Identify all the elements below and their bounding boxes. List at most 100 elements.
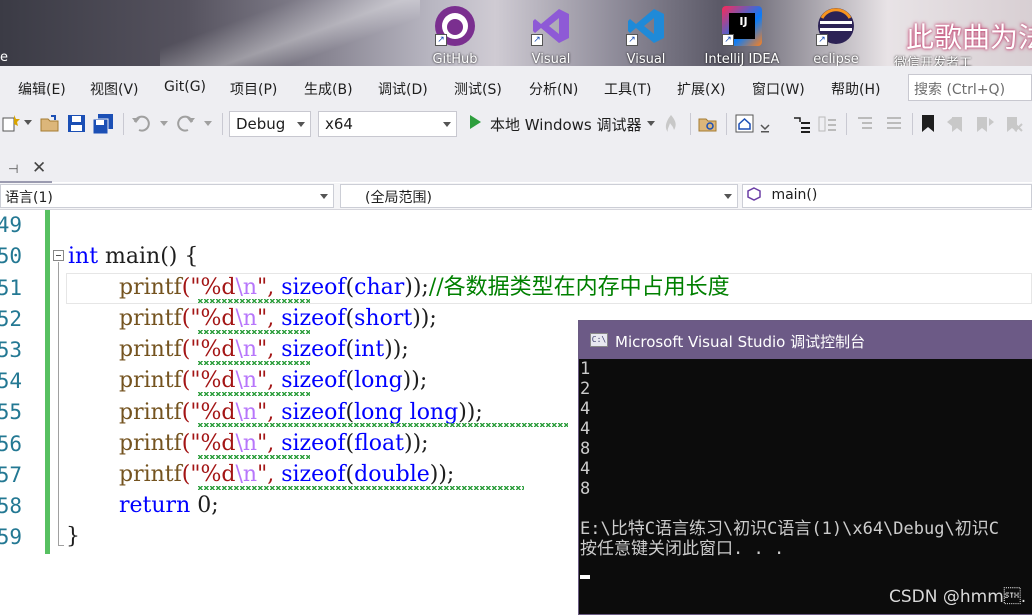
step-into-icon[interactable] — [792, 114, 812, 134]
project-dropdown[interactable]: 语言(1) — [0, 184, 334, 208]
pin-icon[interactable]: ⊣ — [8, 162, 18, 176]
keyword: sizeof — [281, 306, 346, 331]
desktop-shortcut-intellij[interactable]: IJ ↗ IntelliJ IDEA — [705, 6, 779, 66]
console-title-bar[interactable]: C:\ Microsoft Visual Studio 调试控制台 — [579, 321, 1032, 359]
format-warning-squiggle — [198, 330, 310, 334]
paren: ( — [345, 462, 355, 487]
new-item-icon[interactable] — [0, 113, 20, 133]
redo-icon[interactable] — [176, 113, 196, 133]
code-line: int main() { — [68, 241, 198, 272]
member-dropdown-value: main() — [771, 187, 818, 203]
find-in-files-icon[interactable] — [698, 114, 718, 134]
type-keyword: char — [354, 275, 405, 300]
format-warning-squiggle — [198, 392, 310, 396]
function-name: printf — [119, 306, 182, 331]
chevron-down-icon[interactable] — [24, 120, 32, 140]
code-text: 0; — [190, 493, 219, 518]
chevron-down-icon[interactable] — [647, 121, 655, 141]
solution-platform-select[interactable]: x64 — [318, 111, 457, 137]
function-name: printf — [119, 368, 182, 393]
previous-bookmark-icon[interactable] — [946, 114, 966, 134]
bookmark-icon[interactable] — [920, 114, 936, 134]
play-icon[interactable] — [470, 115, 481, 129]
menu-extensions[interactable]: 扩展(X) — [677, 79, 726, 99]
search-input[interactable]: 搜索 (Ctrl+Q) — [908, 74, 1032, 101]
paren: )); — [458, 400, 483, 425]
console-output-line: 2 — [580, 379, 591, 399]
paren: )); — [404, 431, 429, 456]
menu-project[interactable]: 项目(P) — [230, 79, 277, 99]
hot-reload-icon[interactable] — [664, 114, 678, 134]
escape-sequence: \n — [235, 368, 258, 393]
outline-guide-end — [58, 545, 64, 546]
clear-bookmarks-icon[interactable] — [1003, 114, 1023, 134]
paren: )); — [429, 462, 455, 487]
method-icon — [747, 187, 761, 201]
uncomment-lines-icon[interactable] — [885, 114, 905, 134]
menu-view[interactable]: 视图(V) — [90, 79, 139, 99]
string-literal: ("%d — [181, 306, 236, 331]
function-name: printf — [119, 462, 182, 487]
menu-help[interactable]: 帮助(H) — [831, 79, 880, 99]
string-literal: ("%d — [181, 431, 236, 456]
console-output-line: 8 — [580, 439, 591, 459]
overflow-chevron-icon[interactable] — [760, 120, 770, 140]
open-folder-icon[interactable] — [40, 114, 60, 134]
menu-edit[interactable]: 编辑(E) — [18, 79, 66, 99]
format-warning-squiggle — [198, 299, 310, 303]
type-keyword: float — [354, 431, 405, 456]
solution-configuration-select[interactable]: Debug — [229, 111, 311, 137]
chevron-down-icon[interactable] — [204, 121, 212, 141]
string-literal: ", — [257, 400, 282, 425]
save-icon[interactable] — [67, 114, 87, 134]
menu-test[interactable]: 测试(S) — [454, 79, 502, 99]
paren: ( — [345, 400, 355, 425]
csdn-watermark: CSDN @hmm. — [889, 587, 1027, 607]
member-dropdown[interactable]: main() — [742, 184, 1032, 208]
escape-sequence: \n — [235, 337, 258, 362]
menu-git[interactable]: Git(G) — [164, 79, 206, 95]
menu-analyze[interactable]: 分析(N) — [529, 79, 578, 99]
menu-build[interactable]: 生成(B) — [304, 79, 353, 99]
visual-studio-icon: ↗ — [531, 6, 571, 46]
desktop-shortcut-visual-studio[interactable]: ↗ Visual — [523, 6, 579, 66]
desktop-shortcut-vscode[interactable]: ↗ Visual — [618, 6, 674, 66]
desktop-shortcut-github[interactable]: ↗ GitHub — [427, 6, 483, 66]
menu-tools[interactable]: 工具(T) — [604, 79, 651, 99]
solution-platform-value: x64 — [325, 115, 353, 133]
start-debugging-button[interactable]: 本地 Windows 调试器 — [490, 114, 642, 135]
collapse-toggle-icon[interactable] — [53, 250, 64, 261]
code-comment: //各数据类型在内存中占用长度 — [428, 275, 730, 300]
save-all-icon[interactable] — [93, 114, 115, 134]
next-bookmark-icon[interactable] — [975, 114, 995, 134]
line-number: 53 — [0, 338, 22, 362]
scope-dropdown[interactable]: (全局范围) — [340, 184, 738, 208]
chevron-down-icon[interactable] — [160, 121, 168, 141]
console-cursor — [580, 575, 590, 579]
close-icon[interactable]: ✕ — [32, 158, 46, 178]
console-exit-path: E:\比特C语言练习\初识C语言(1)\x64\Debug\初识C — [580, 519, 999, 539]
console-output-line: 8 — [580, 479, 591, 499]
line-number: 51 — [0, 276, 22, 300]
home-icon[interactable] — [735, 114, 755, 134]
comment-lines-icon[interactable] — [856, 114, 876, 134]
step-over-icon[interactable] — [818, 114, 838, 134]
menu-window[interactable]: 窗口(W) — [752, 79, 805, 99]
undo-icon[interactable] — [131, 113, 151, 133]
console-app-icon: C:\ — [590, 333, 608, 347]
function-name: printf — [119, 337, 182, 362]
desktop-shortcut-eclipse[interactable]: ↗ eclipse — [808, 6, 864, 66]
paren: ( — [345, 431, 355, 456]
string-literal: ("%d — [181, 462, 236, 487]
desktop-shortcut-label: Visual — [531, 52, 571, 66]
keyword: sizeof — [281, 275, 346, 300]
desktop-left-label: e — [0, 50, 8, 65]
format-warning-squiggle — [198, 423, 568, 427]
menu-debug[interactable]: 调试(D) — [378, 79, 428, 99]
string-literal: ("%d — [181, 400, 236, 425]
string-literal: ("%d — [181, 368, 236, 393]
desktop-background: e ↗ GitHub ↗ Visual ↗ Visual IJ ↗ Intell… — [0, 0, 1032, 66]
line-number: 59 — [0, 525, 22, 549]
line-number: 56 — [0, 432, 22, 456]
debug-console-window[interactable]: C:\ Microsoft Visual Studio 调试控制台 1 2 4 … — [578, 320, 1032, 615]
